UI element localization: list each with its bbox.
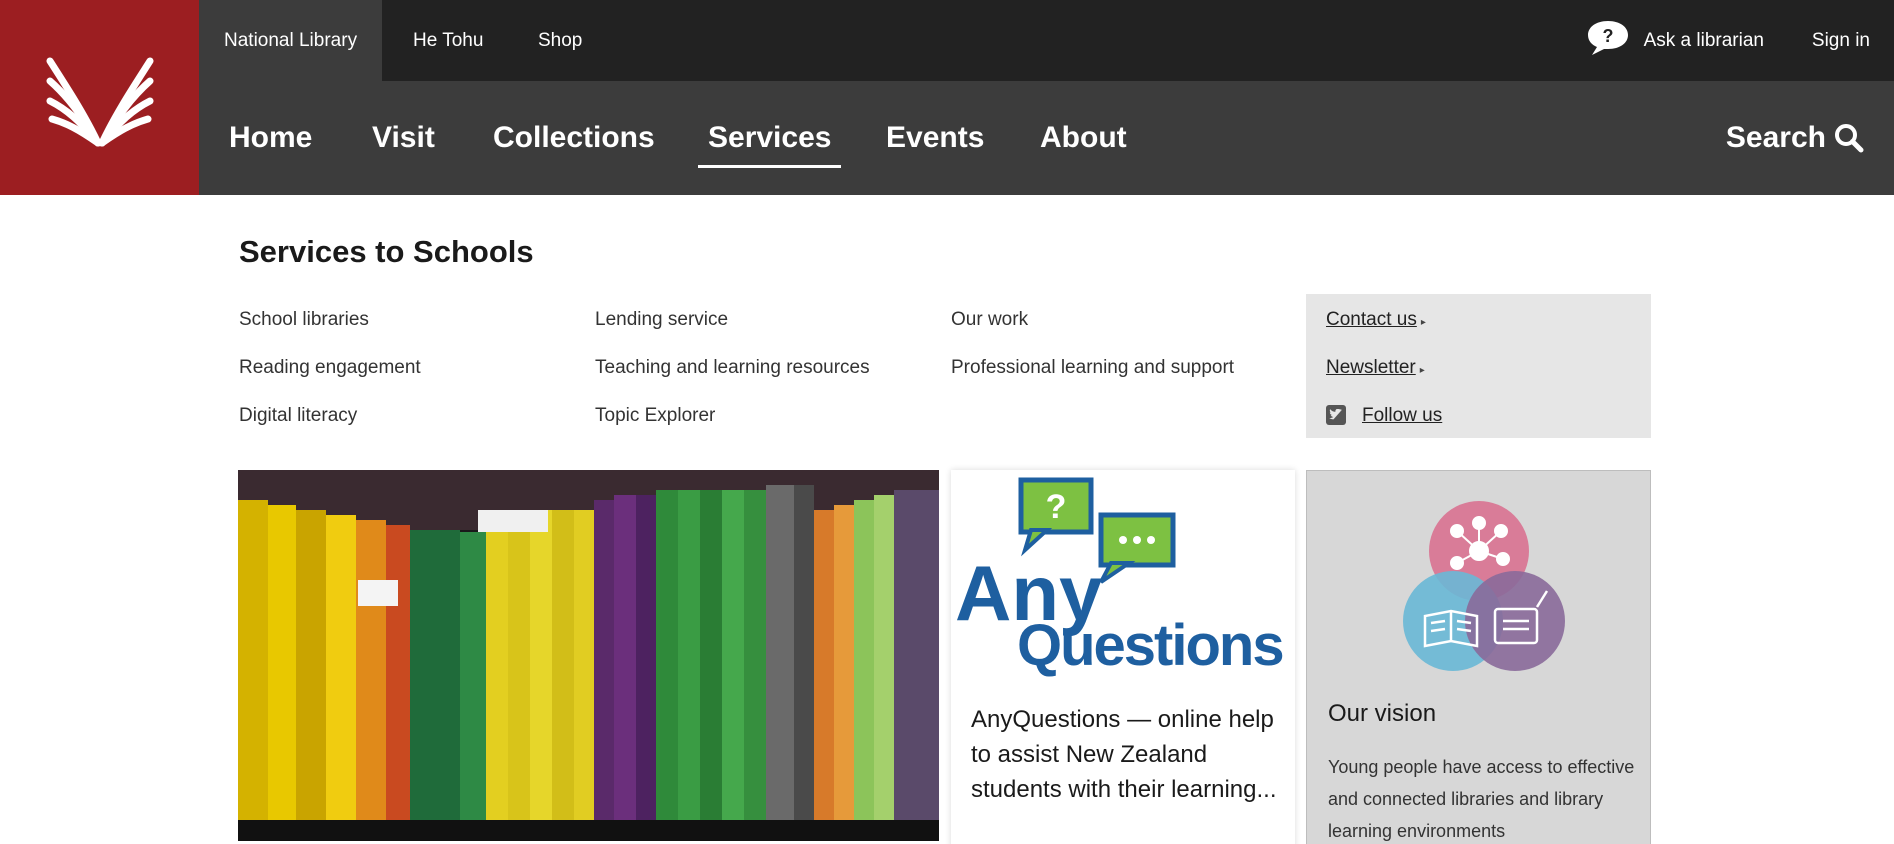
books-shelf-photo-card[interactable] (238, 470, 939, 841)
our-vision-title: Our vision (1328, 700, 1437, 727)
twitter-icon (1326, 405, 1346, 425)
tab-national-library[interactable]: National Library (199, 0, 383, 81)
nav-visit[interactable]: Visit (372, 81, 435, 195)
top-utility-bar: National Library He Tohu Shop ? Ask a li… (199, 0, 1894, 81)
nav-services[interactable]: Services (697, 81, 842, 195)
anyquestions-title: AnyQuestions — online help to assist New… (971, 706, 1277, 803)
speech-bubble-question-icon: ? (1586, 19, 1630, 63)
magnifier-icon (1835, 124, 1864, 153)
our-vision-text: Young people have access to effective an… (1328, 757, 1635, 841)
link-our-work[interactable]: Our work (951, 309, 1028, 331)
nav-events[interactable]: Events (886, 81, 984, 195)
follow-us-link[interactable]: Follow us (1362, 405, 1442, 427)
nav-collections[interactable]: Collections (493, 81, 655, 195)
svg-text:?: ? (1046, 488, 1067, 526)
search-button[interactable]: Search (1726, 81, 1864, 195)
library-logo[interactable] (0, 0, 199, 195)
contact-sidebox: Contact us ▸ Newsletter ▸ Follow us (1306, 294, 1651, 438)
anyquestions-logo: ? Any Questions (951, 470, 1295, 682)
newsletter-row: Newsletter ▸ (1326, 357, 1425, 379)
books-shelf-image (238, 470, 939, 841)
ask-a-librarian-link[interactable]: ? Ask a librarian (1586, 0, 1764, 81)
anyquestions-card[interactable]: ? Any Questions AnyQuestions — online he… (951, 470, 1295, 844)
page-title: Services to Schools (239, 234, 534, 269)
arrow-right-icon: ▸ (1419, 365, 1425, 376)
link-lending-service[interactable]: Lending service (595, 309, 728, 331)
our-vision-card[interactable]: Our vision Young people have access to e… (1306, 470, 1651, 844)
contact-row: Contact us ▸ (1326, 309, 1426, 331)
newsletter-link[interactable]: Newsletter (1326, 357, 1416, 378)
book-pages-icon (46, 57, 153, 146)
svg-text:Questions: Questions (1017, 613, 1283, 678)
nav-about[interactable]: About (1040, 81, 1127, 195)
tab-he-tohu[interactable]: He Tohu (388, 0, 508, 81)
ask-label: Ask a librarian (1643, 29, 1764, 51)
tab-shop[interactable]: Shop (513, 0, 607, 81)
arrow-right-icon: ▸ (1420, 317, 1426, 328)
sign-in-link[interactable]: Sign in (1812, 0, 1870, 81)
link-teaching-learning-resources[interactable]: Teaching and learning resources (595, 357, 870, 379)
contact-us-link[interactable]: Contact us (1326, 309, 1417, 330)
link-reading-engagement[interactable]: Reading engagement (239, 357, 421, 379)
venn-diagram-illustration (1403, 501, 1565, 671)
link-professional-learning[interactable]: Professional learning and support (951, 357, 1234, 379)
link-digital-literacy[interactable]: Digital literacy (239, 405, 357, 427)
nav-home[interactable]: Home (229, 81, 312, 195)
main-navigation: Home Visit Collections Services Events A… (199, 81, 1894, 195)
svg-text:?: ? (1602, 26, 1613, 46)
link-topic-explorer[interactable]: Topic Explorer (595, 405, 715, 427)
link-school-libraries[interactable]: School libraries (239, 309, 369, 331)
search-label: Search (1725, 121, 1826, 154)
